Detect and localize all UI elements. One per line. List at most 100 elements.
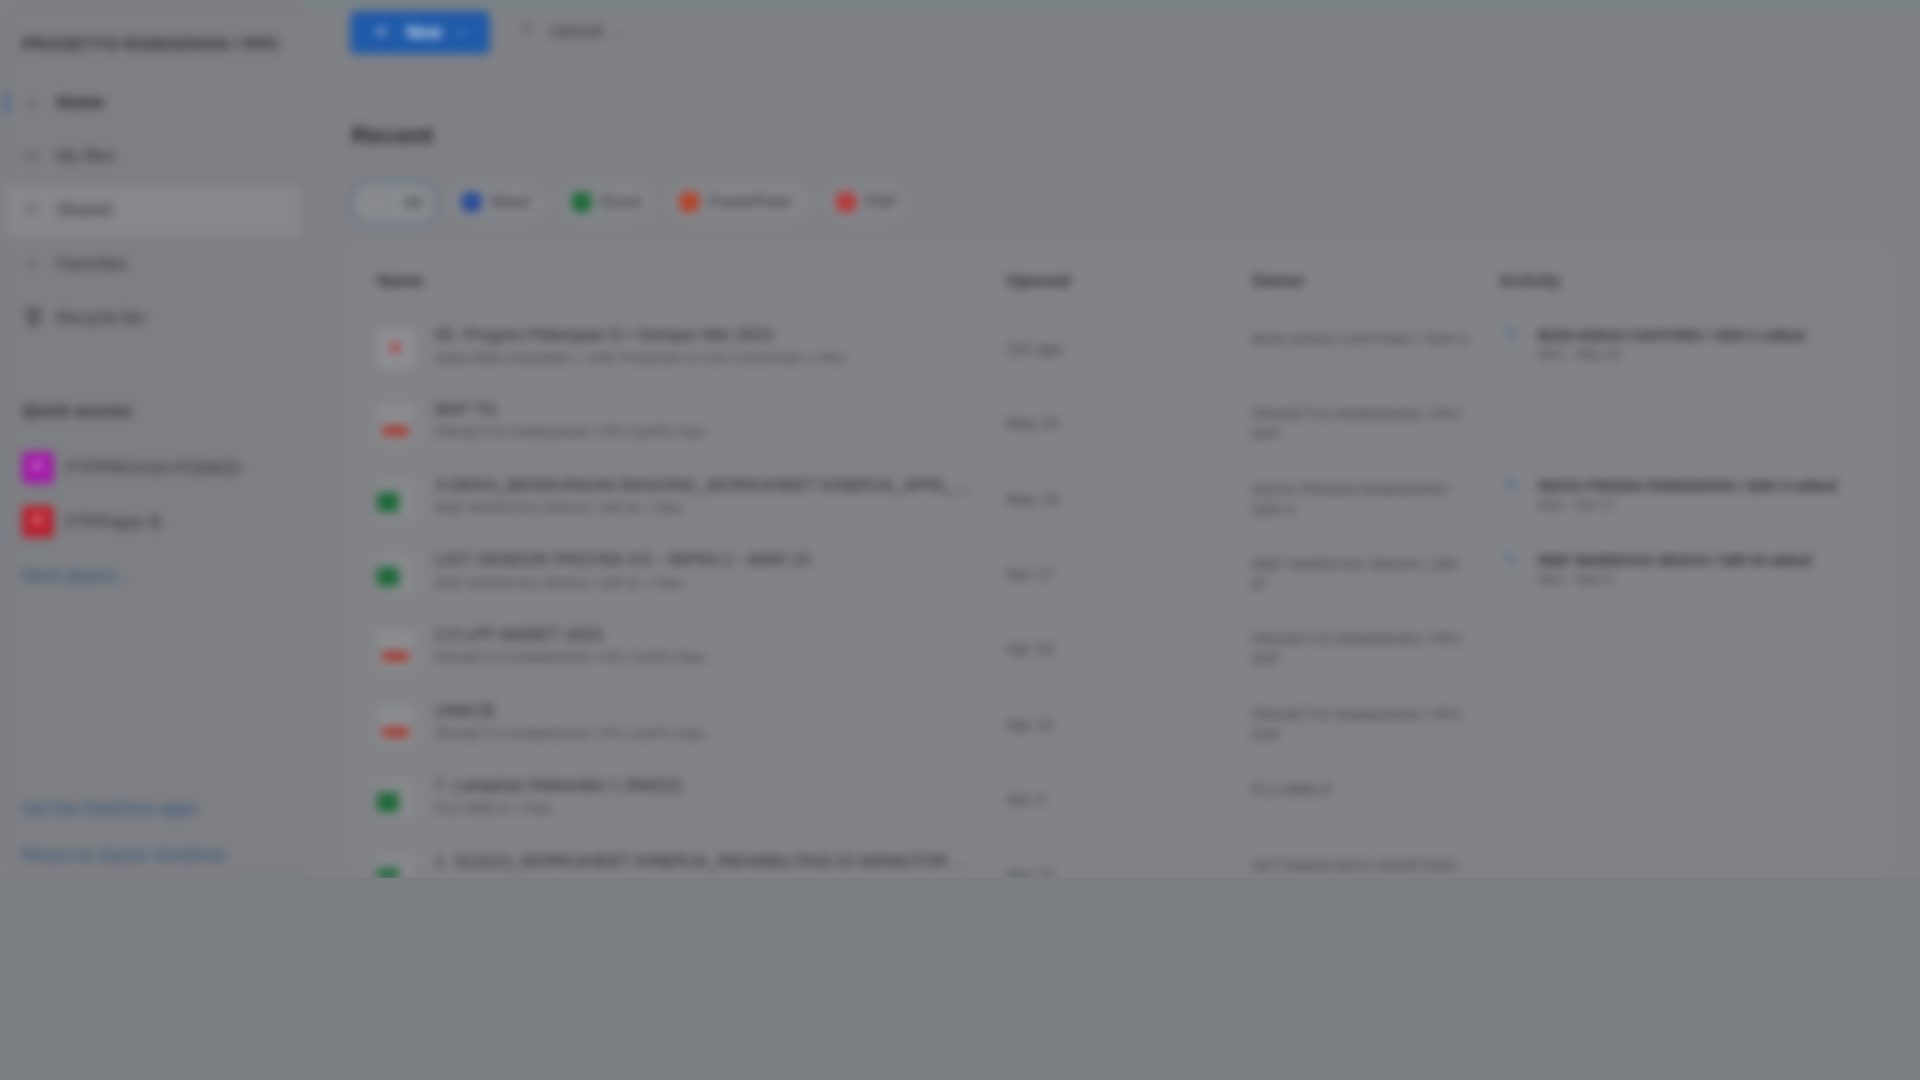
file-owner: PRASETYO RAMADHAN / PPC DoP — [1251, 405, 1463, 443]
column-header-owner[interactable]: Owner — [1251, 271, 1304, 291]
upload-icon: ⇡ — [519, 20, 534, 41]
chevron-down-icon: ⌄ — [455, 23, 467, 38]
sidebar-item-label: Shared — [56, 199, 112, 220]
excel-file-icon — [377, 480, 414, 520]
sidebar: PRASETYO RAMADHAN / PPC ⌂ Home ▭ My file… — [0, 0, 307, 878]
file-name[interactable]: 1. 321013_WORKSHEET KINERJA_REHABILITASI… — [435, 851, 967, 871]
opened-date: Apr 17 — [1006, 564, 1054, 583]
new-button-label: New — [406, 22, 442, 42]
file-name[interactable]: UNKCB — [435, 700, 495, 720]
file-name[interactable]: 05. Progres Pekerjaan D • Sempur Mei 202… — [435, 324, 774, 344]
table-row[interactable]: BAP TG PRASETYO RAMADHAN / PPC DoPPs Fil… — [355, 387, 1884, 463]
document-file-icon — [377, 629, 414, 669]
upload-button[interactable]: ⇡ Upload ⌄ — [519, 21, 624, 42]
more-places-link[interactable]: More places... — [22, 566, 130, 586]
get-apps-link[interactable]: Get the OneDrive apps — [22, 798, 197, 818]
sidebar-item-label: Favorites — [56, 253, 127, 274]
upload-label: Upload — [548, 20, 603, 41]
file-owner: PRASETYO RAMADHAN / PPC DoP — [1251, 706, 1463, 744]
filter-chip-label: Word — [491, 192, 529, 211]
table-row[interactable]: 1. 321013_WORKSHEET KINERJA_REHABILITASI… — [355, 839, 1883, 878]
people-icon: ⚇ — [23, 199, 41, 221]
file-owner: PRASETYO RAMADHAN / PPC DoP — [1251, 630, 1463, 668]
filter-chip-pdf[interactable]: PDF — [822, 180, 909, 225]
column-header-name[interactable]: Name — [377, 271, 424, 291]
pencil-icon: ✎ — [1503, 549, 1519, 570]
table-row[interactable]: LIST VENDOR PROYEK KS - INFRA 2 - MAR 23… — [355, 538, 1884, 614]
classic-onedrive-link[interactable]: Return to classic OneDrive — [22, 845, 226, 865]
opened-date: 11h ago — [1006, 339, 1063, 358]
file-owner: NIZOU PRADIA RAMADHAN / SDH 4 — [1251, 481, 1452, 518]
column-header-activity[interactable]: Activity — [1499, 271, 1561, 291]
quick-access-label: PTPPROVSA PODKDI — [66, 457, 241, 478]
sidebar-item-home[interactable]: ⌂ Home — [0, 77, 301, 128]
document-file-icon — [377, 705, 414, 745]
table-row[interactable]: 2.0 LPP MARET 2023 PRASETYO RAMADHAN / P… — [355, 612, 1884, 689]
excel-icon — [571, 192, 592, 212]
filter-chip-excel[interactable]: Excel — [558, 180, 657, 225]
quick-access-title: Quick access — [22, 400, 132, 421]
pencil-icon: ✎ — [1503, 475, 1519, 495]
sidebar-item-shared[interactable]: ⚇ Shared — [4, 184, 302, 237]
file-location: Adela Dithe Ananddam » SHE Production & … — [434, 351, 846, 367]
file-location: PLO Mifta D » Files — [434, 802, 552, 817]
powerpoint-icon — [679, 192, 700, 212]
site-logo: P — [22, 505, 54, 538]
home-icon: ⌂ — [26, 91, 38, 113]
file-location: RIEF MARDIYAS SRIAYA / DIR W » Files — [434, 502, 684, 517]
plus-icon: + — [374, 19, 388, 45]
opened-date: May 24 — [1006, 413, 1059, 433]
activity-text: NIZOU PRADIA RAMADHAN / SDH 4 edited — [1537, 477, 1838, 495]
all-files-icon — [369, 193, 385, 216]
opened-date: Apr 4 — [1006, 789, 1045, 809]
table-row[interactable]: 7. Lampiran Rekondisi 1 (IN022) PLO Mift… — [355, 763, 1884, 839]
activity-time: Mon · Apr 27 — [1537, 498, 1616, 514]
page-title: Recent — [351, 122, 434, 150]
sidebar-item-recycle-bin[interactable]: 🗑 Recycle bin — [0, 293, 301, 344]
trash-icon: 🗑 — [22, 307, 46, 329]
onedrive-window: PRASETYO RAMADHAN / PPC ⌂ Home ▭ My file… — [0, 0, 1920, 878]
file-location: PRASETYO RAMADHAN / PPC DoPPs Files — [434, 727, 706, 743]
filter-chip-label: All — [404, 193, 422, 212]
file-name[interactable]: BAP TG — [435, 399, 497, 419]
new-button[interactable]: + New ⌄ — [350, 11, 490, 54]
activity-text: RIEF MARDIYAS SRIAYA / DIR W edited — [1537, 552, 1812, 570]
table-row[interactable]: 3-DEKN_BENDUNGAN BAGONG_WORKSHEET KINERJ… — [355, 463, 1884, 539]
account-name: PRASETYO RAMADHAN / PPC — [22, 34, 281, 54]
file-name[interactable]: 3-DEKN_BENDUNGAN BAGONG_WORKSHEET KINERJ… — [435, 475, 972, 495]
site-logo: P — [22, 451, 54, 484]
pdf-icon — [836, 192, 856, 212]
filter-chip-label: PDF — [865, 192, 898, 211]
filter-chip-label: PowerPoint — [708, 192, 791, 211]
filter-chip-label: Excel — [601, 192, 641, 211]
pdf-file-icon — [377, 329, 414, 369]
file-name[interactable]: 2.0 LPP MARET 2023 — [435, 624, 603, 644]
table-row[interactable]: UNKCB PRASETYO RAMADHAN / PPC DoPPs File… — [355, 688, 1884, 765]
opened-date: Mar 31 — [1006, 865, 1057, 878]
file-owner: RIEF MARDIYAS SRIAYA / DIR W — [1251, 555, 1458, 593]
file-owner: BUDI ADIUS CAHYONO / SDH 2 — [1251, 330, 1469, 348]
document-file-icon — [377, 404, 414, 444]
star-icon: ☆ — [23, 253, 41, 275]
filter-chip-all[interactable]: All — [350, 180, 439, 227]
filter-chip-powerpoint[interactable]: PowerPoint — [666, 180, 811, 225]
opened-date: Apr 16 — [1006, 639, 1054, 658]
pencil-icon: ✎ — [1503, 324, 1519, 345]
chevron-down-icon: ⌄ — [612, 25, 624, 41]
opened-date: May 19 — [1006, 489, 1059, 509]
file-name[interactable]: LIST VENDOR PROYEK KS - INFRA 2 - MAR 23 — [435, 550, 810, 570]
opened-date: Apr 14 — [1006, 715, 1054, 734]
sidebar-item-my-files[interactable]: ▭ My files — [0, 131, 301, 182]
column-header-opened[interactable]: Opened — [1007, 271, 1071, 291]
file-owner: SETYAWAN BAYU ADOPTIAN / — [1251, 857, 1462, 875]
empty-desktop-area — [0, 878, 1920, 1080]
file-location: RIEF MARDIYAS SRIAYA / DIR W » Files — [434, 576, 684, 592]
excel-file-icon — [377, 780, 414, 820]
sidebar-item-favorites[interactable]: ☆ Favorites — [0, 239, 301, 290]
table-row[interactable]: 05. Progres Pekerjaan D • Sempur Mei 202… — [355, 312, 1884, 389]
file-name[interactable]: 7. Lampiran Rekondisi 1 (IN022) — [435, 775, 682, 795]
file-location: PRASETYO RAMADHAN / PPC DoPPs Files — [434, 651, 706, 667]
quick-access-label: PTPPaper B — [66, 511, 162, 532]
filter-chip-word[interactable]: Word — [448, 180, 547, 225]
file-location: PRASETYO RAMADHAN / PPC DoPPs Files — [434, 426, 706, 441]
